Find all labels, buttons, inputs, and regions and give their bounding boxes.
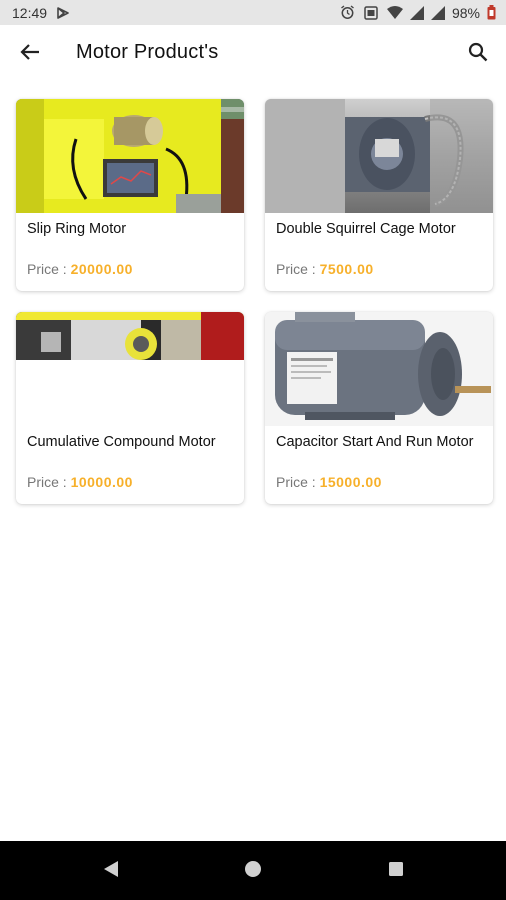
signal-icon-2	[430, 5, 445, 20]
product-grid: Slip Ring Motor Price : 20000.00 Double …	[16, 99, 493, 504]
recents-square-icon	[388, 861, 404, 882]
alarm-icon	[340, 5, 355, 20]
nav-back-button[interactable]	[101, 860, 121, 883]
price-value: 10000.00	[70, 474, 133, 490]
product-card[interactable]: Capacitor Start And Run Motor Price : 15…	[265, 312, 493, 504]
page-title: Motor Product's	[76, 41, 219, 63]
product-name: Slip Ring Motor	[27, 221, 127, 237]
wifi-icon	[386, 6, 403, 19]
signal-icon	[409, 5, 424, 20]
product-price: Price : 20000.00	[27, 261, 133, 277]
battery-percent: 98%	[451, 4, 480, 21]
status-bar: 12:49 98%	[0, 0, 506, 25]
product-price: Price : 15000.00	[276, 474, 382, 490]
play-store-icon	[57, 6, 69, 19]
search-icon	[468, 42, 488, 67]
vibrate-icon	[362, 5, 380, 20]
app-bar: Motor Product's	[0, 25, 506, 83]
price-label: Price :	[27, 261, 71, 277]
product-name: Double Squirrel Cage Motor	[276, 221, 456, 237]
product-price: Price : 10000.00	[27, 474, 133, 490]
product-name: Cumulative Compound Motor	[27, 434, 216, 450]
price-value: 20000.00	[70, 261, 133, 277]
navigation-bar	[0, 841, 506, 900]
home-circle-icon	[244, 860, 262, 883]
price-label: Price :	[276, 261, 320, 277]
back-button[interactable]	[12, 36, 48, 72]
status-time: 12:49	[12, 4, 48, 21]
product-price: Price : 7500.00	[276, 261, 374, 277]
back-arrow-icon	[20, 43, 40, 66]
product-image	[16, 99, 244, 213]
product-name: Capacitor Start And Run Motor	[276, 434, 474, 450]
search-button[interactable]	[460, 36, 496, 72]
nav-recents-button[interactable]	[386, 861, 406, 881]
product-image	[265, 99, 493, 213]
product-card[interactable]: Slip Ring Motor Price : 20000.00	[16, 99, 244, 291]
product-card[interactable]: Double Squirrel Cage Motor Price : 7500.…	[265, 99, 493, 291]
nav-home-button[interactable]	[243, 860, 263, 883]
product-card[interactable]: Cumulative Compound Motor Price : 10000.…	[16, 312, 244, 504]
price-label: Price :	[276, 474, 320, 490]
product-image	[16, 312, 244, 426]
price-value: 7500.00	[319, 261, 374, 277]
back-triangle-icon	[103, 860, 119, 883]
battery-icon	[487, 5, 496, 20]
price-label: Price :	[27, 474, 71, 490]
product-image	[265, 312, 493, 426]
price-value: 15000.00	[319, 474, 382, 490]
